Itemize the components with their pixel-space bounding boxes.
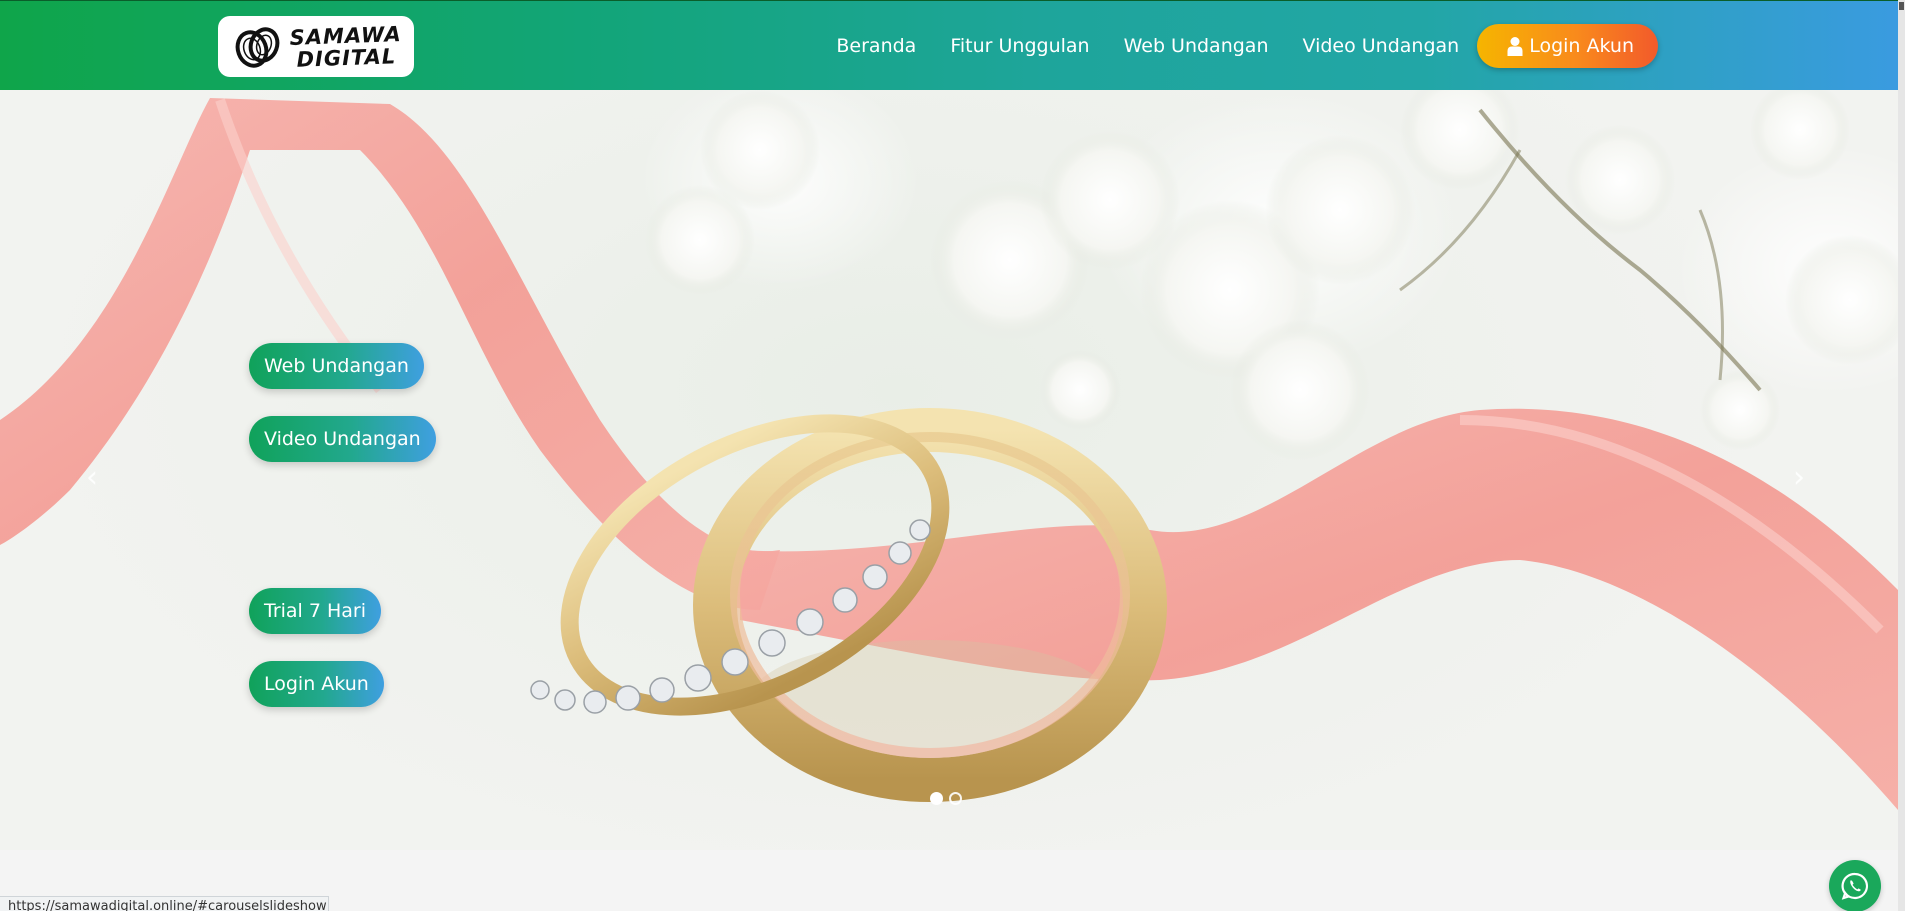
logo-line-2: DIGITAL bbox=[296, 43, 397, 72]
navbar: SAMAWA DIGITAL Beranda Fitur Unggulan We… bbox=[0, 0, 1898, 90]
whatsapp-button[interactable] bbox=[1829, 860, 1881, 911]
status-bar-url: https://samawadigital.online/#carouselsl… bbox=[0, 896, 329, 911]
login-akun-label: Login Akun bbox=[1529, 35, 1634, 57]
hero-trial-7-hari-button[interactable]: Trial 7 Hari bbox=[249, 588, 382, 634]
scrollbar-thumb[interactable] bbox=[1899, 2, 1904, 10]
wedding-rings-image bbox=[0, 90, 1898, 810]
hero-video-undangan-button[interactable]: Video Undangan bbox=[249, 416, 436, 462]
page-scrollbar[interactable] bbox=[1898, 0, 1905, 911]
whatsapp-icon bbox=[1841, 872, 1868, 900]
flowers-decoration bbox=[645, 90, 1898, 460]
nav-video-undangan[interactable]: Video Undangan bbox=[1285, 23, 1476, 69]
landing-page: SAMAWA DIGITAL Beranda Fitur Unggulan We… bbox=[0, 0, 1905, 911]
logo-text: SAMAWA DIGITAL bbox=[289, 22, 403, 72]
hero-login-akun-button[interactable]: Login Akun bbox=[249, 661, 384, 707]
user-icon bbox=[1507, 37, 1523, 56]
carousel-next-arrow-icon[interactable]: › bbox=[1793, 460, 1805, 495]
carousel-indicators bbox=[930, 792, 962, 805]
main-nav: Beranda Fitur Unggulan Web Undangan Vide… bbox=[819, 23, 1658, 69]
nav-beranda[interactable]: Beranda bbox=[819, 23, 933, 69]
nav-fitur-unggulan[interactable]: Fitur Unggulan bbox=[933, 23, 1106, 69]
samawa-digital-logo[interactable]: SAMAWA DIGITAL bbox=[218, 16, 414, 77]
login-akun-button[interactable]: Login Akun bbox=[1477, 24, 1658, 68]
rings-logo-icon bbox=[235, 26, 280, 68]
carousel-prev-arrow-icon[interactable]: ‹ bbox=[86, 460, 98, 495]
nav-web-undangan[interactable]: Web Undangan bbox=[1107, 23, 1286, 69]
carousel-indicator-2[interactable] bbox=[949, 792, 962, 805]
hero-web-undangan-button[interactable]: Web Undangan bbox=[249, 343, 424, 389]
carousel-indicator-1[interactable] bbox=[930, 792, 943, 805]
hero-carousel: Web Undangan Video Undangan Trial 7 Hari… bbox=[0, 90, 1898, 850]
